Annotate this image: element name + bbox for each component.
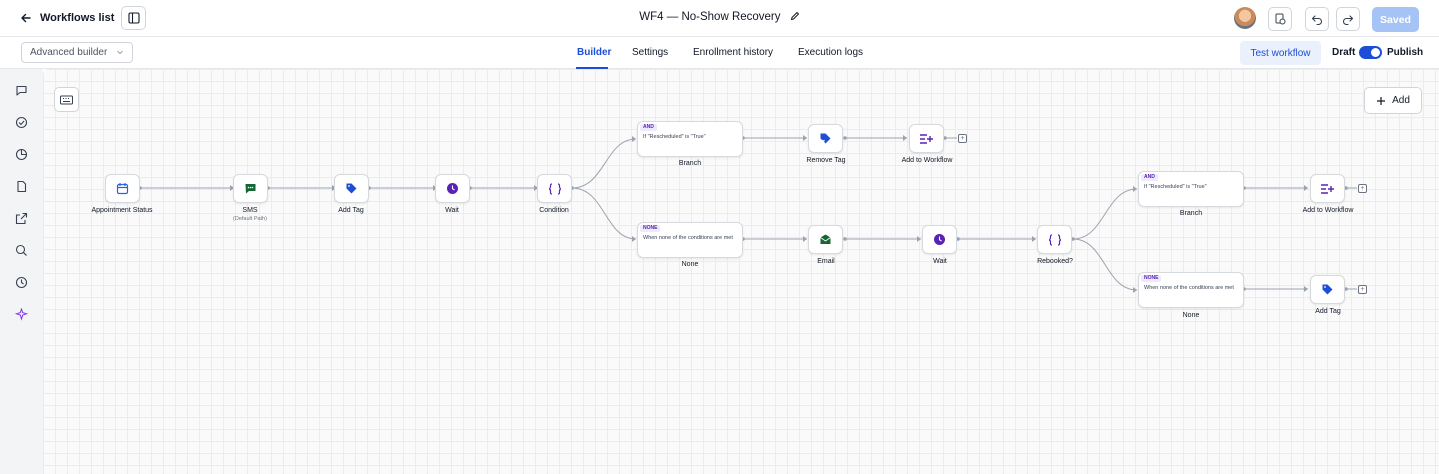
list-plus-icon xyxy=(1321,183,1334,194)
clock-icon xyxy=(934,234,945,245)
node-add-tag[interactable] xyxy=(1310,275,1345,304)
braces-icon xyxy=(1048,233,1061,246)
node-rebooked-condition[interactable] xyxy=(1037,225,1072,254)
tag-icon xyxy=(346,183,357,194)
branch-chip: AND xyxy=(640,124,657,131)
branch-card-none[interactable]: NONE When none of the conditions are met xyxy=(637,222,743,258)
node-label: Wait xyxy=(933,258,947,265)
branch-condition-text: When none of the conditions are met xyxy=(1144,285,1234,291)
node-label: Rebooked? xyxy=(1037,258,1073,265)
node-label: Add Tag xyxy=(1315,308,1341,315)
node-add-to-workflow[interactable] xyxy=(1310,174,1345,203)
tag-remove-icon xyxy=(820,133,831,144)
add-step-plus-icon[interactable]: + xyxy=(958,134,967,143)
node-wait[interactable] xyxy=(435,174,470,203)
mail-icon xyxy=(820,234,831,244)
node-label: Add to Workflow xyxy=(901,157,953,164)
node-sublabel: (Default Path) xyxy=(233,216,267,222)
tag-icon xyxy=(1322,284,1333,295)
node-label: Appointment Status xyxy=(91,207,153,214)
node-remove-tag[interactable] xyxy=(808,124,843,153)
calendar-icon xyxy=(116,183,129,195)
node-add-tag[interactable] xyxy=(334,174,369,203)
node-label: Email xyxy=(817,258,835,265)
branch-chip: NONE xyxy=(640,225,661,232)
branch-card-and[interactable]: AND If "Rescheduled" is "True" xyxy=(637,121,743,157)
branch-card-none[interactable]: NONE When none of the conditions are met xyxy=(1138,272,1244,308)
clock-icon xyxy=(447,183,458,194)
node-appointment-status[interactable] xyxy=(105,174,140,203)
branch-condition-text: When none of the conditions are met xyxy=(643,235,733,241)
branch-chip: NONE xyxy=(1141,275,1162,282)
branch-card-and[interactable]: AND If "Rescheduled" is "True" xyxy=(1138,171,1244,207)
add-step-plus-icon[interactable]: + xyxy=(1358,285,1367,294)
node-label: None xyxy=(1182,312,1200,319)
node-label: Condition xyxy=(539,207,569,214)
node-add-to-workflow[interactable] xyxy=(909,124,944,153)
node-email[interactable] xyxy=(808,225,843,254)
list-plus-icon xyxy=(920,133,933,144)
node-label: Add to Workflow xyxy=(1302,207,1354,214)
chat-icon xyxy=(245,184,256,194)
add-step-plus-icon[interactable]: + xyxy=(1358,184,1367,193)
node-condition[interactable] xyxy=(537,174,572,203)
node-label: Branch xyxy=(1179,210,1203,217)
branch-chip: AND xyxy=(1141,174,1158,181)
node-sms[interactable] xyxy=(233,174,268,203)
node-label: Branch xyxy=(678,160,702,167)
branch-condition-text: If "Rescheduled" is "True" xyxy=(643,134,706,140)
braces-icon xyxy=(548,182,561,195)
node-label: None xyxy=(681,261,699,268)
branch-condition-text: If "Rescheduled" is "True" xyxy=(1144,184,1207,190)
node-wait[interactable] xyxy=(922,225,957,254)
